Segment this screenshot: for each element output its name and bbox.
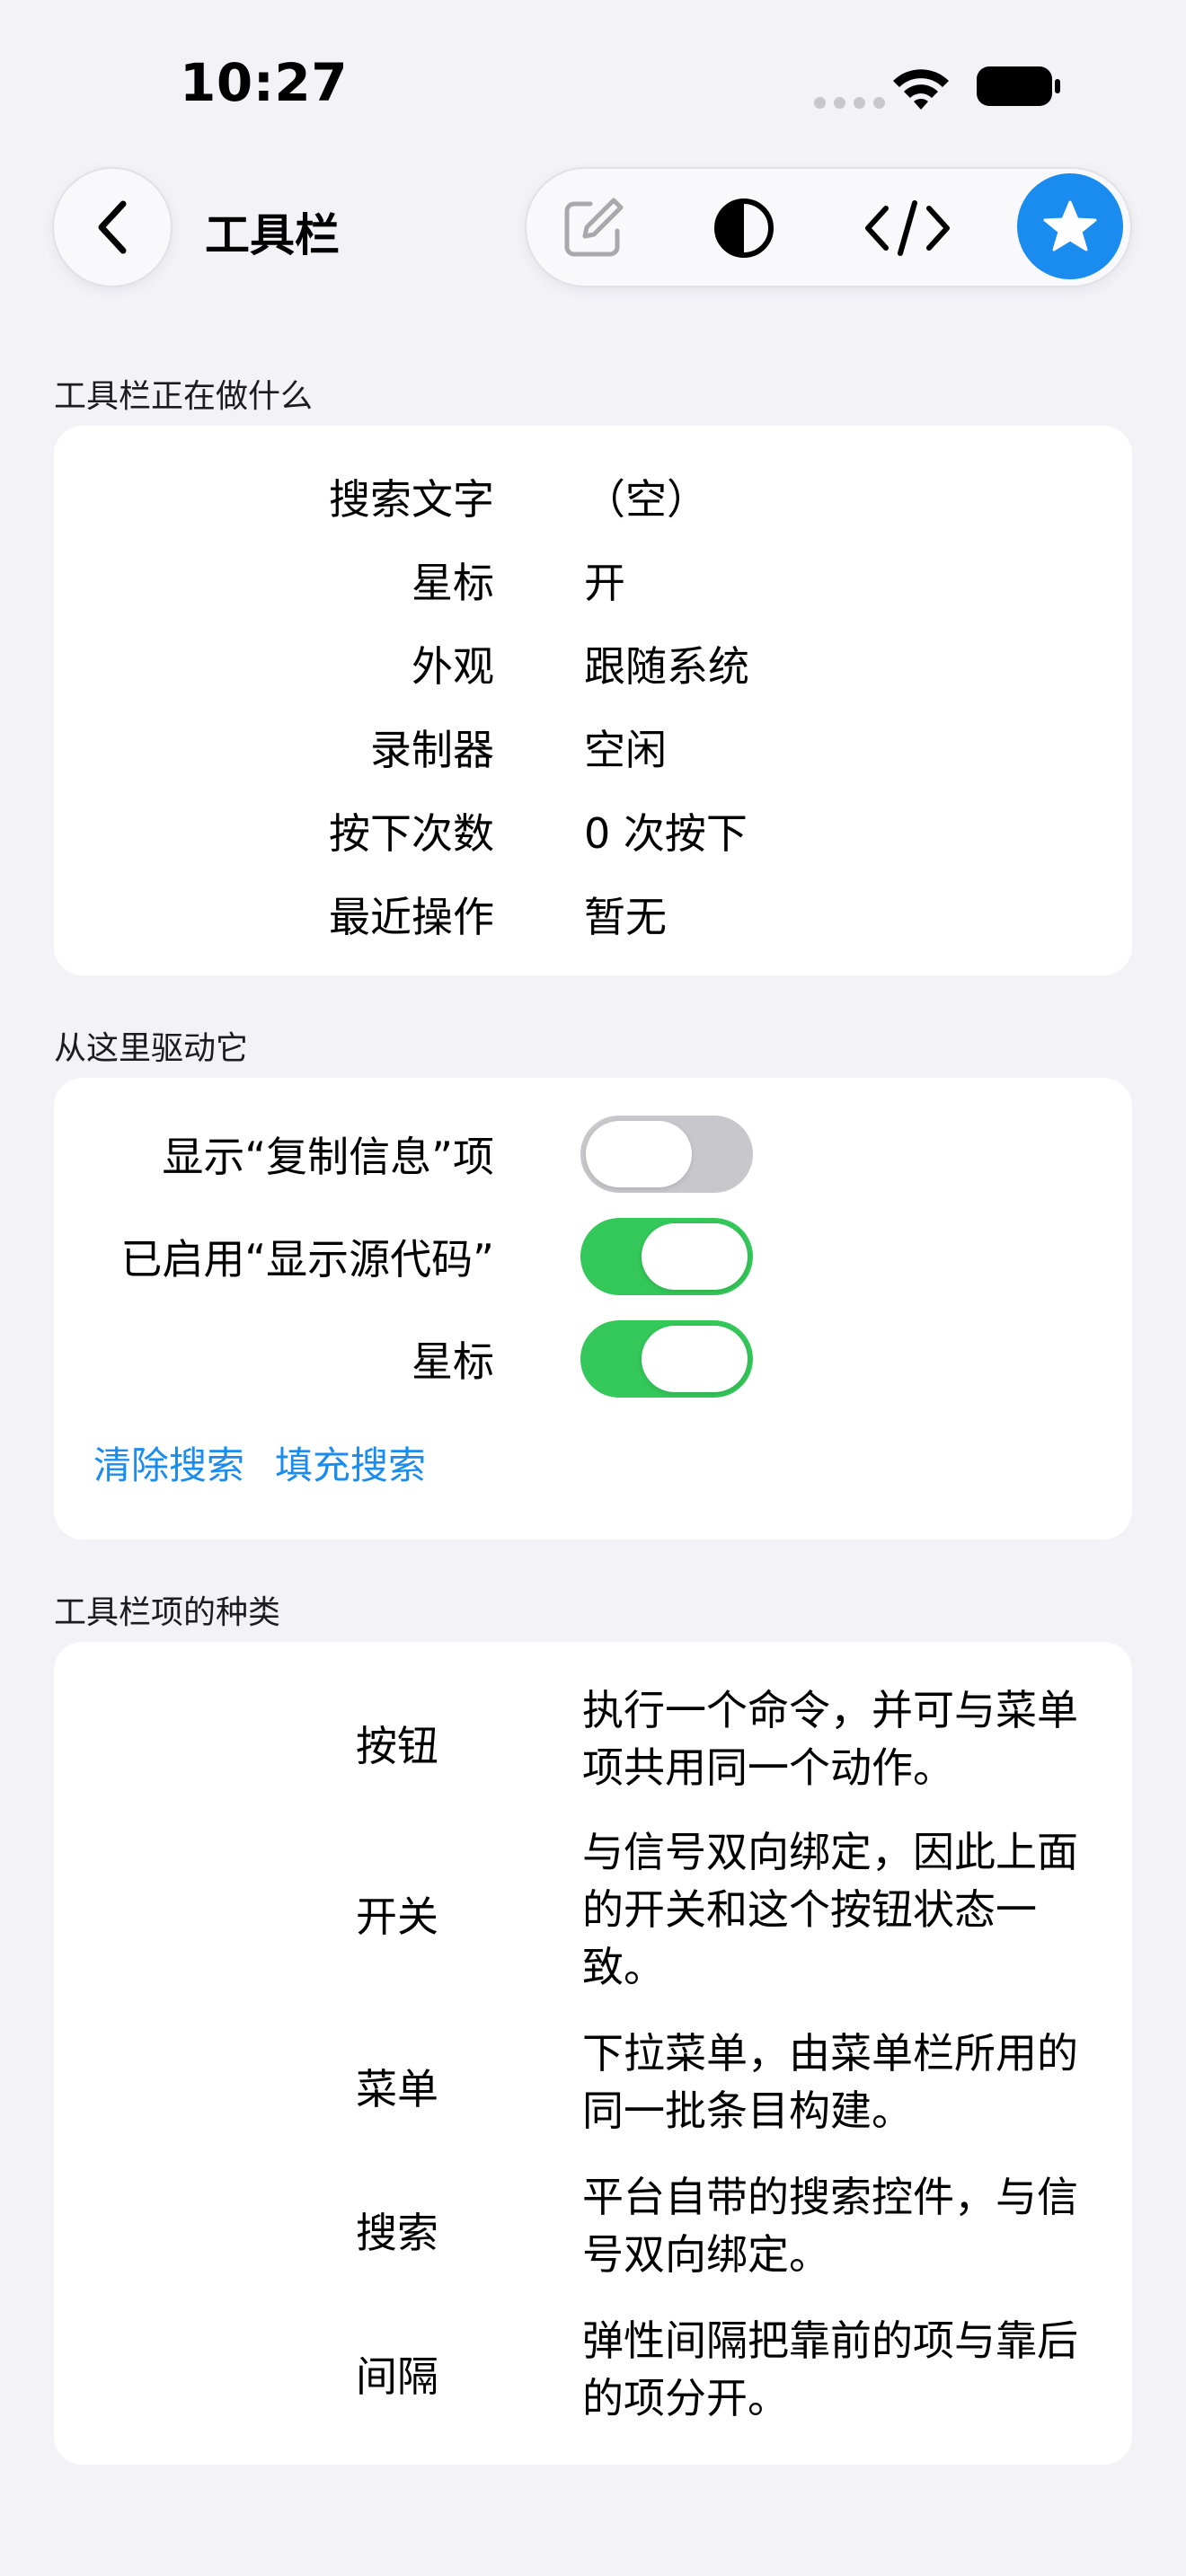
compose-button[interactable] [557,192,629,264]
code-button[interactable] [861,192,954,264]
fill-search-link[interactable]: 填充搜索 [275,1435,426,1490]
status-label: 搜索文字 [329,475,494,524]
status-value: 跟随系统 [584,642,749,691]
item-kind-label: 间隔 [356,2352,438,2401]
cellular-signal-icon [814,97,885,109]
status-value: 0 次按下 [584,809,748,858]
wifi-icon [893,69,949,110]
back-button[interactable] [52,167,173,287]
star-button[interactable] [1017,173,1123,279]
section-header-status: 工具栏正在做什么 [54,378,314,415]
status-label: 按下次数 [329,809,494,858]
appearance-button[interactable] [708,192,780,264]
chevron-left-icon [98,200,127,254]
status-card: 搜索文字 （空） 星标 开 外观 跟随系统 录制器 空闲 按下次数 0 次按下 … [54,426,1132,975]
item-kind-label: 菜单 [356,2065,438,2113]
contrast-icon [714,198,774,258]
status-time: 10:27 [180,52,349,113]
item-kind-label: 按钮 [356,1722,438,1770]
clear-search-link[interactable]: 清除搜索 [93,1435,244,1490]
compose-icon [564,198,624,257]
item-kind-description: 下拉菜单，由菜单栏所用的 同一批条目构建。 [582,2029,1078,2135]
show-copy-info-toggle[interactable] [580,1116,753,1193]
show-source-toggle[interactable] [580,1218,753,1295]
star-icon [1043,200,1097,251]
item-kind-description: 执行一个命令，并可与菜单 项共用同一个动作。 [582,1686,1078,1792]
item-kind-description: 弹性间隔把靠前的项与靠后 的项分开。 [582,2316,1078,2422]
status-label: 星标 [412,559,494,607]
item-kinds-card: 按钮 执行一个命令，并可与菜单 项共用同一个动作。 开关 与信号双向绑定，因此上面… [54,1642,1132,2465]
status-value: 空闲 [584,726,667,774]
item-kind-description: 与信号双向绑定，因此上面 的开关和这个按钮状态一 致。 [582,1828,1078,1991]
toggle-label: 已启用“显示源代码” [120,1235,494,1284]
battery-icon [977,66,1060,106]
status-value: 暂无 [584,893,667,941]
status-label: 最近操作 [329,893,494,941]
section-header-controls: 从这里驱动它 [54,1030,249,1067]
item-kind-description: 平台自带的搜索控件，与信 号双向绑定。 [582,2173,1078,2279]
status-value: 开 [584,559,625,607]
toggle-label: 星标 [412,1337,494,1386]
page-title: 工具栏 [205,209,340,261]
status-label: 录制器 [370,726,494,774]
code-icon [865,200,950,256]
star-toggle[interactable] [580,1320,753,1398]
section-header-item-kinds: 工具栏项的种类 [54,1594,281,1631]
item-kind-label: 搜索 [356,2209,438,2257]
status-label: 外观 [412,642,494,691]
status-value: （空） [584,475,708,524]
toggle-label: 显示“复制信息”项 [162,1133,494,1181]
item-kind-label: 开关 [356,1892,438,1941]
